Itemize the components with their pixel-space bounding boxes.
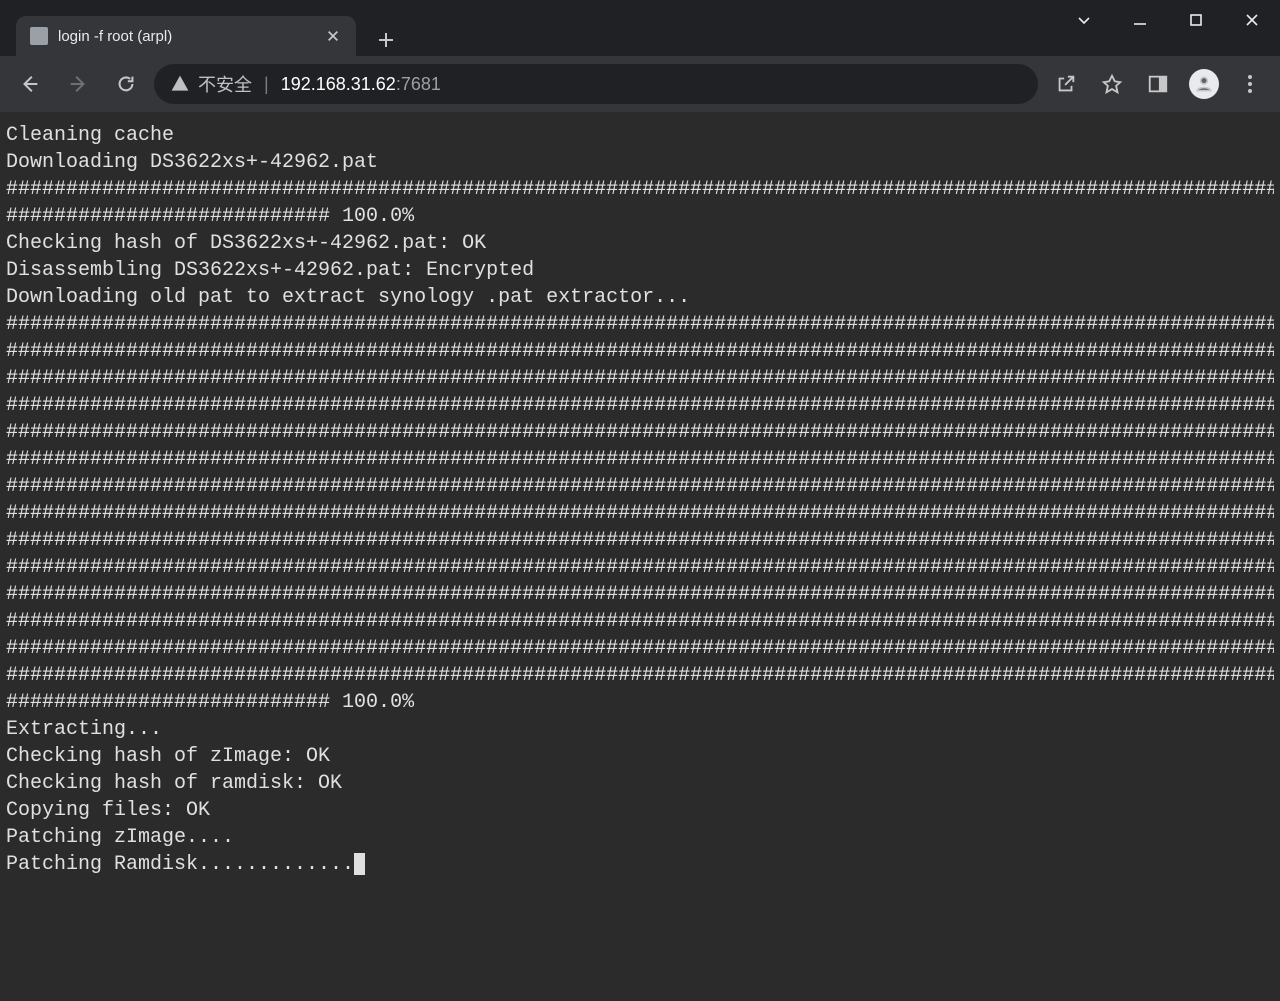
side-panel-button[interactable] <box>1138 64 1178 104</box>
reload-button[interactable] <box>106 64 146 104</box>
terminal-line: Copying files: OK <box>6 797 1274 824</box>
window-minimize-button[interactable] <box>1112 0 1168 40</box>
terminal-line: ########################### 100.0% <box>6 689 1274 716</box>
terminal-line: ########################################… <box>6 176 1274 203</box>
forward-button[interactable] <box>58 64 98 104</box>
window-controls <box>1056 0 1280 40</box>
terminal-line: Downloading DS3622xs+-42962.pat <box>6 149 1274 176</box>
tab-title: login -f root (arpl) <box>58 28 314 45</box>
address-port: :7681 <box>396 74 441 95</box>
terminal-line: ########################################… <box>6 554 1274 581</box>
terminal-line: ########################################… <box>6 581 1274 608</box>
avatar-icon <box>1189 69 1219 99</box>
toolbar-right <box>1046 64 1270 104</box>
terminal-line: Patching zImage.... <box>6 824 1274 851</box>
terminal-line: Checking hash of zImage: OK <box>6 743 1274 770</box>
tab-favicon-icon <box>30 27 48 45</box>
terminal-line: Patching Ramdisk............. <box>6 851 1274 878</box>
address-bar[interactable]: 不安全 | 192.168.31.62:7681 <box>154 64 1038 104</box>
terminal-line: ########################################… <box>6 473 1274 500</box>
terminal-line: ########################################… <box>6 311 1274 338</box>
terminal-line: ########################################… <box>6 419 1274 446</box>
terminal-line: ########################################… <box>6 527 1274 554</box>
terminal-line: Extracting... <box>6 716 1274 743</box>
back-button[interactable] <box>10 64 50 104</box>
terminal-line: ########################### 100.0% <box>6 203 1274 230</box>
tab-close-button[interactable] <box>324 27 342 45</box>
insecure-label: 不安全 <box>198 71 252 97</box>
terminal-line: ########################################… <box>6 365 1274 392</box>
share-button[interactable] <box>1046 64 1086 104</box>
kebab-icon <box>1248 75 1252 93</box>
terminal-output[interactable]: Cleaning cacheDownloading DS3622xs+-4296… <box>0 112 1280 1001</box>
window-close-button[interactable] <box>1224 0 1280 40</box>
terminal-line: Cleaning cache <box>6 122 1274 149</box>
new-tab-button[interactable] <box>370 24 402 56</box>
browser-tab[interactable]: login -f root (arpl) <box>16 16 356 56</box>
address-host: 192.168.31.62 <box>281 74 396 95</box>
terminal-line: ########################################… <box>6 635 1274 662</box>
terminal-line: ########################################… <box>6 500 1274 527</box>
tab-strip: login -f root (arpl) <box>0 0 402 56</box>
menu-button[interactable] <box>1230 64 1270 104</box>
browser-toolbar: 不安全 | 192.168.31.62:7681 <box>0 56 1280 112</box>
address-text: 192.168.31.62:7681 <box>281 74 441 95</box>
terminal-line: ########################################… <box>6 338 1274 365</box>
terminal-line: ########################################… <box>6 608 1274 635</box>
profile-button[interactable] <box>1184 64 1224 104</box>
insecure-indicator[interactable]: 不安全 <box>170 71 252 97</box>
terminal-line: ########################################… <box>6 392 1274 419</box>
terminal-line: Downloading old pat to extract synology … <box>6 284 1274 311</box>
titlebar: login -f root (arpl) <box>0 0 1280 56</box>
terminal-line: Checking hash of ramdisk: OK <box>6 770 1274 797</box>
terminal-line: ########################################… <box>6 662 1274 689</box>
address-separator: | <box>264 74 269 95</box>
window-maximize-button[interactable] <box>1168 0 1224 40</box>
bookmark-button[interactable] <box>1092 64 1132 104</box>
warning-icon <box>170 74 190 94</box>
terminal-line: Disassembling DS3622xs+-42962.pat: Encry… <box>6 257 1274 284</box>
terminal-cursor <box>354 853 365 875</box>
terminal-line: Checking hash of DS3622xs+-42962.pat: OK <box>6 230 1274 257</box>
tab-search-button[interactable] <box>1056 0 1112 40</box>
terminal-line: ########################################… <box>6 446 1274 473</box>
